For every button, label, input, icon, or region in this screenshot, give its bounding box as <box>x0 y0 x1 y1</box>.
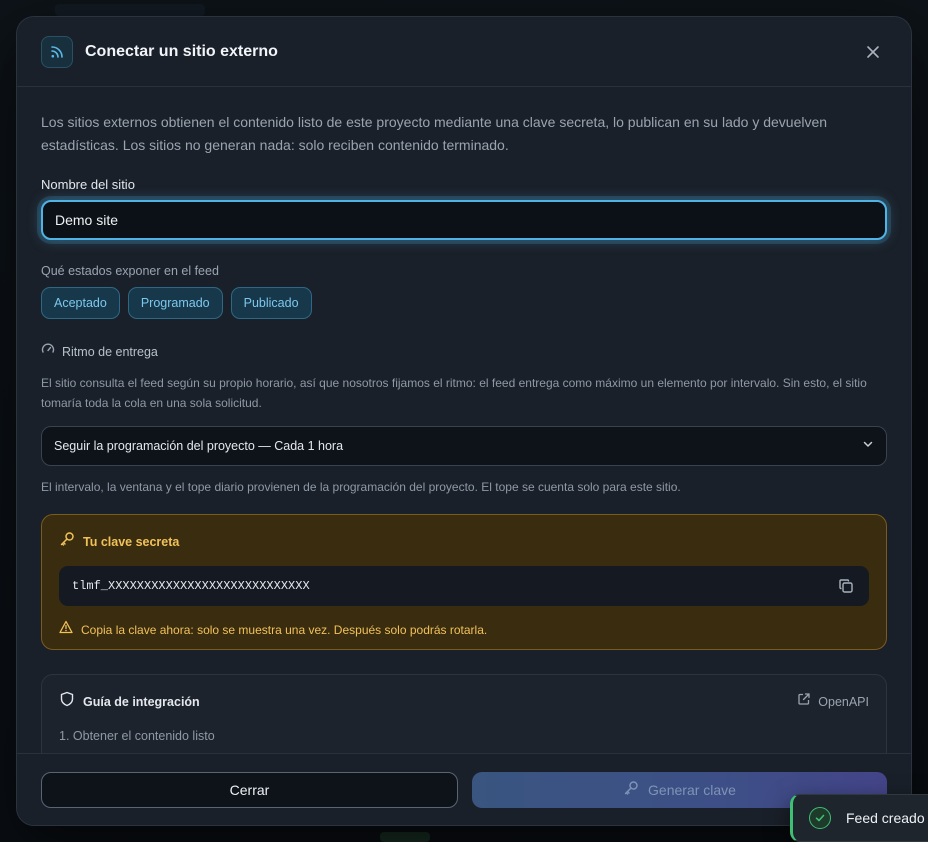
guide-step-1: 1. Obtener el contenido listo <box>59 729 215 743</box>
site-name-label: Nombre del sitio <box>41 177 135 192</box>
secret-key-panel: Tu clave secreta tlmf_XXXXXXXXXXXXXXXXXX… <box>41 514 887 650</box>
secret-warning: Copia la clave ahora: solo se muestra un… <box>59 620 869 639</box>
secret-key-value[interactable]: tlmf_XXXXXXXXXXXXXXXXXXXXXXXXXXXX <box>72 579 310 593</box>
pace-title: Ritmo de entrega <box>62 344 158 359</box>
guide-header: Guía de integración OpenAPI <box>59 691 869 712</box>
chip-programado[interactable]: Programado <box>127 287 223 319</box>
secret-header: Tu clave secreta <box>59 531 869 552</box>
shield-icon <box>59 691 75 712</box>
gauge-icon <box>41 342 55 361</box>
modal-header: Conectar un sitio externo <box>17 17 911 87</box>
key-icon <box>623 780 639 799</box>
toast-notification[interactable]: Feed creado <box>790 794 928 842</box>
external-link-icon <box>797 692 811 711</box>
copy-icon[interactable] <box>836 576 856 596</box>
modal-title: Conectar un sitio externo <box>85 42 278 60</box>
modal-body[interactable]: Los sitios externos obtienen el contenid… <box>17 87 911 755</box>
warning-icon <box>59 620 73 639</box>
modal-footer: Cerrar Generar clave <box>17 753 911 825</box>
chip-publicado[interactable]: Publicado <box>230 287 312 319</box>
close-button[interactable]: Cerrar <box>41 771 458 808</box>
site-name-input[interactable] <box>41 200 887 240</box>
openapi-link[interactable]: OpenAPI <box>797 692 869 711</box>
close-icon[interactable] <box>859 38 887 66</box>
chevron-down-icon <box>862 437 874 455</box>
background-blur-element <box>380 832 430 842</box>
integration-guide: Guía de integración OpenAPI 1. Obtener e… <box>41 674 887 755</box>
intro-text: Los sitios externos obtienen el contenid… <box>41 114 828 153</box>
pace-select-value: Seguir la programación del proyecto — Ca… <box>54 439 344 453</box>
chip-aceptado[interactable]: Aceptado <box>41 287 120 319</box>
rss-icon <box>41 35 73 68</box>
toast-text: Feed creado <box>846 810 925 826</box>
background-blur-element <box>55 4 205 16</box>
state-chips: Aceptado Programado Publicado <box>41 287 887 319</box>
pace-select[interactable]: Seguir la programación del proyecto — Ca… <box>41 426 887 466</box>
states-label: Qué estados exponer en el feed <box>41 264 219 278</box>
openapi-label: OpenAPI <box>818 694 869 709</box>
pace-note: El intervalo, la ventana y el tope diari… <box>41 480 681 494</box>
check-circle-icon <box>809 807 831 829</box>
pace-header: Ritmo de entrega <box>41 342 887 361</box>
secret-key-field[interactable]: tlmf_XXXXXXXXXXXXXXXXXXXXXXXXXXXX <box>59 566 869 606</box>
guide-title: Guía de integración <box>83 694 200 709</box>
secret-title: Tu clave secreta <box>83 534 180 549</box>
generate-key-label: Generar clave <box>648 781 736 798</box>
pace-description: El sitio consulta el feed según su propi… <box>41 376 867 410</box>
secret-warning-text: Copia la clave ahora: solo se muestra un… <box>81 622 488 637</box>
key-icon <box>59 531 75 552</box>
connect-site-modal: Conectar un sitio externo Los sitios ext… <box>16 16 912 826</box>
